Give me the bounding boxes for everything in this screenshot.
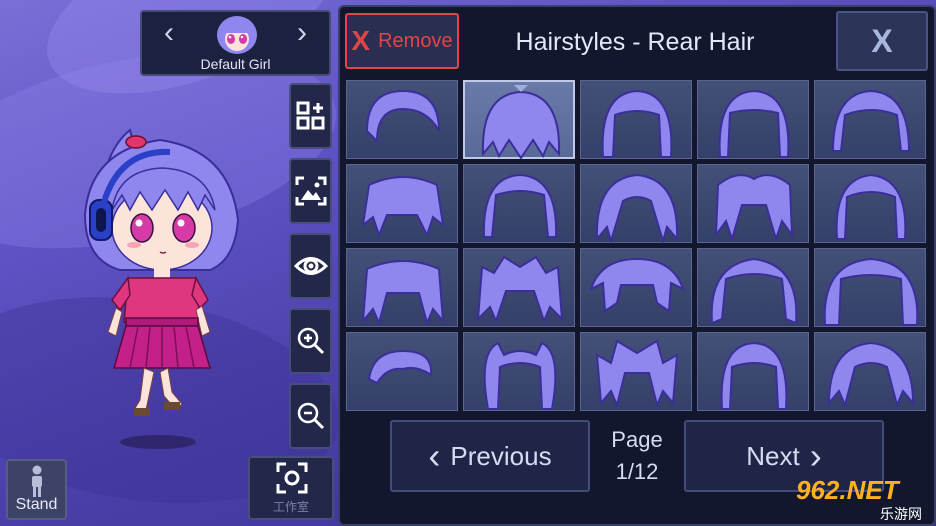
- hairstyle-thumbnail: [827, 341, 915, 409]
- screenshot-button[interactable]: 工作室: [248, 456, 334, 520]
- visibility-button[interactable]: [289, 233, 332, 299]
- hairstyle-item[interactable]: [814, 80, 926, 159]
- hairstyle-item[interactable]: [346, 332, 458, 411]
- character-figure[interactable]: [60, 110, 260, 455]
- previous-button[interactable]: ‹ Previous: [390, 420, 590, 492]
- page-value: 1/12: [615, 459, 659, 484]
- hairstyle-item[interactable]: [697, 248, 809, 327]
- hairstyle-thumbnail: [367, 349, 433, 385]
- hairstyle-thumbnail: [710, 257, 798, 325]
- previous-label: Previous: [450, 440, 552, 471]
- hairstyle-item[interactable]: [814, 248, 926, 327]
- qr-add-icon: [296, 101, 324, 130]
- hairstyle-item[interactable]: [697, 164, 809, 243]
- hairstyle-item[interactable]: [580, 80, 692, 159]
- page-indicator: Page 1/12: [598, 424, 676, 488]
- hairstyle-thumbnail: [714, 174, 794, 243]
- eye-icon: [293, 257, 328, 275]
- background-image-button[interactable]: [289, 158, 332, 224]
- chevron-right-icon: ›: [809, 435, 822, 476]
- next-label: Next: [746, 440, 800, 471]
- hairstyle-thumbnail: [601, 89, 673, 158]
- app-screen: ‹ › Default Girl Stand 工作室 X Remove Hair…: [0, 0, 936, 526]
- hairstyle-thumbnail: [482, 173, 558, 238]
- hairstyle-thumbnail: [831, 89, 911, 152]
- hairstyle-thumbnail: [483, 341, 557, 410]
- remove-label: Remove: [378, 29, 453, 52]
- hairstyle-item[interactable]: [463, 248, 575, 327]
- character-selector: ‹ › Default Girl: [140, 10, 331, 76]
- chevron-left-icon: ‹: [428, 435, 441, 476]
- hairstyle-item[interactable]: [346, 164, 458, 243]
- watermark-subtext: 乐游网: [880, 506, 922, 522]
- qr-add-button[interactable]: [289, 83, 332, 149]
- hairstyle-item[interactable]: [346, 80, 458, 159]
- stand-pose-icon: [32, 465, 42, 497]
- hairstyle-thumbnail: [595, 173, 679, 245]
- hairstyle-thumbnail: [823, 257, 919, 326]
- remove-button[interactable]: X Remove: [345, 13, 459, 69]
- hairstyle-item[interactable]: [697, 332, 809, 411]
- hairstyle-thumbnail: [361, 176, 445, 238]
- hairstyle-item[interactable]: [580, 164, 692, 245]
- close-button[interactable]: X: [836, 11, 928, 71]
- hairstyle-thumbnail: [595, 339, 679, 409]
- hairstyle-item[interactable]: [463, 332, 575, 411]
- zoom-in-icon: [297, 327, 324, 355]
- remove-x-icon: X: [351, 25, 371, 56]
- hairstyle-thumbnail: [720, 341, 788, 410]
- zoom-out-icon: [297, 402, 324, 430]
- camera-focus-icon: [276, 462, 308, 494]
- hairstyle-thumbnail: [835, 173, 907, 240]
- hairstyle-item[interactable]: [580, 248, 692, 327]
- watermark-logo: 962.NET: [796, 475, 899, 505]
- stand-button[interactable]: Stand: [6, 459, 67, 520]
- hairstyle-item[interactable]: [580, 332, 692, 411]
- close-icon: X: [871, 22, 893, 59]
- hairstyle-thumbnail: [476, 255, 564, 324]
- hairstyle-thumbnail: [361, 260, 445, 327]
- character-name: Default Girl: [200, 56, 271, 72]
- background-image-icon: [295, 176, 326, 206]
- hairstyle-thumbnail: [365, 89, 440, 144]
- hairstyle-item[interactable]: [346, 248, 458, 327]
- watermark: 962.NET 乐游网: [796, 476, 930, 522]
- hairstyle-item[interactable]: [814, 332, 926, 411]
- hairstyle-item[interactable]: [463, 80, 575, 160]
- studio-label: 工作室: [272, 500, 309, 514]
- stand-label: Stand: [15, 496, 58, 513]
- hairstyle-item[interactable]: [463, 164, 575, 243]
- panel-title: Hairstyles - Rear Hair: [515, 28, 755, 56]
- zoom-in-button[interactable]: [289, 308, 332, 374]
- character-avatar[interactable]: [214, 15, 260, 55]
- page-label: Page: [611, 427, 663, 452]
- chevron-left-icon[interactable]: ‹: [164, 18, 174, 48]
- selected-marker-icon: [514, 85, 528, 92]
- zoom-out-button[interactable]: [289, 383, 332, 449]
- hairstyle-item[interactable]: [814, 164, 926, 243]
- hairstyle-thumbnail: [589, 257, 685, 313]
- hairstyle-item[interactable]: [697, 80, 809, 159]
- hairstyle-thumbnail: [481, 85, 561, 160]
- chevron-right-icon[interactable]: ›: [297, 18, 307, 48]
- hairstyle-thumbnail: [718, 89, 790, 158]
